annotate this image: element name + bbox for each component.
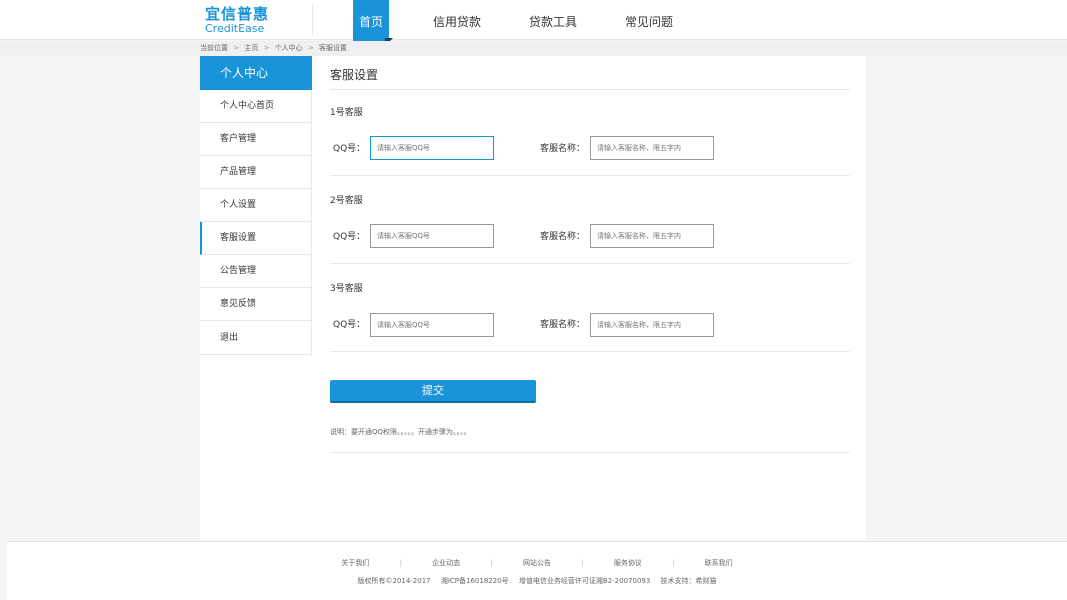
service-3-heading: 3号客服 — [330, 284, 363, 294]
nav-faq[interactable]: 常见问题 — [622, 0, 676, 40]
breadcrumb-bar: 当前位置 > 主页 > 个人中心 > 客服设置 — [0, 41, 1067, 56]
service-3-name-label: 客服名称： — [540, 320, 586, 330]
sidebar: 个人中心 个人中心首页 客户管理 产品管理 个人设置 客服设置 公告管理 意见反… — [200, 56, 312, 357]
footer-link-about[interactable]: 关于我们 — [341, 558, 369, 568]
icp-number: 湘ICP备16018220号 — [440, 577, 509, 585]
tech-support: 技术支持：希财猫 — [660, 577, 717, 585]
service-2-name-label: 客服名称： — [540, 232, 586, 242]
license-number: 增值电信业务经营许可证湘B2-20070093 — [518, 577, 651, 585]
submit-button[interactable]: 提交 — [330, 380, 536, 403]
instruction-note: 说明：要开通QQ权限。。。。。开通步骤为。。。。 — [330, 428, 471, 436]
sidebar-item-products[interactable]: 产品管理 — [200, 156, 312, 189]
sidebar-item-customers[interactable]: 客户管理 — [200, 123, 312, 156]
service-3-qq-label: QQ号： — [333, 320, 366, 330]
service-1-qq-input[interactable] — [370, 136, 494, 160]
footer-links: 关于我们 | 企业动态 | 网站公告 | 服务协议 | 联系我们 — [7, 558, 1067, 568]
breadcrumb-location-label: 当前位置 — [200, 44, 228, 52]
footer: 关于我们 | 企业动态 | 网站公告 | 服务协议 | 联系我们 版权所有©20… — [7, 541, 1067, 600]
breadcrumb-home[interactable]: 主页 — [244, 44, 258, 52]
breadcrumb-current: 客服设置 — [319, 44, 348, 52]
breadcrumb-personal-center[interactable]: 个人中心 — [275, 44, 303, 52]
logo-english-text: CreditEase — [205, 22, 265, 35]
service-1-name-label: 客服名称： — [540, 144, 586, 154]
sidebar-item-personal-settings[interactable]: 个人设置 — [200, 189, 312, 222]
service-2-qq-label: QQ号： — [333, 232, 366, 242]
sidebar-item-announcements[interactable]: 公告管理 — [200, 255, 312, 288]
header-divider — [312, 5, 313, 35]
nav-loan-tools[interactable]: 贷款工具 — [526, 0, 580, 40]
breadcrumb-separator: > — [233, 44, 240, 52]
service-1-qq-label: QQ号： — [333, 144, 366, 154]
footer-link-announcements[interactable]: 网站公告 — [523, 558, 551, 568]
section-divider — [330, 263, 850, 264]
service-2-qq-input[interactable] — [370, 224, 494, 248]
service-1-heading: 1号客服 — [330, 108, 363, 118]
sidebar-item-service-settings[interactable]: 客服设置 — [200, 222, 312, 255]
breadcrumb: 当前位置 > 主页 > 个人中心 > 客服设置 — [200, 41, 350, 56]
footer-link-terms[interactable]: 服务协议 — [614, 558, 642, 568]
footer-separator: | — [672, 559, 675, 567]
sidebar-item-personal-home[interactable]: 个人中心首页 — [200, 90, 312, 123]
service-3-name-input[interactable] — [590, 313, 714, 337]
logo-chinese-text: 宜信普惠 — [205, 5, 270, 23]
footer-separator: | — [399, 559, 402, 567]
breadcrumb-separator: > — [307, 44, 314, 52]
service-3-qq-input[interactable] — [370, 313, 494, 337]
top-header: 宜信普惠 CreditEase 首页 信用贷款 贷款工具 常见问题 — [0, 0, 1067, 46]
sidebar-title: 个人中心 — [200, 56, 312, 90]
note-divider — [330, 452, 850, 453]
footer-separator: | — [581, 559, 584, 567]
page-title: 客服设置 — [330, 68, 379, 82]
sidebar-item-logout[interactable]: 退出 — [200, 322, 312, 355]
footer-link-news[interactable]: 企业动态 — [432, 558, 460, 568]
section-divider — [330, 175, 850, 176]
service-2-heading: 2号客服 — [330, 196, 363, 206]
sidebar-item-feedback[interactable]: 意见反馈 — [200, 288, 312, 321]
copyright-text: 版权所有©2014-2017 — [357, 577, 431, 585]
footer-copyright: 版权所有©2014-2017 湘ICP备16018220号 增值电信业务经营许可… — [7, 576, 1067, 586]
brand-logo[interactable]: 宜信普惠 CreditEase — [205, 6, 275, 36]
service-2-name-input[interactable] — [590, 224, 714, 248]
footer-link-contact[interactable]: 联系我们 — [705, 558, 733, 568]
nav-home[interactable]: 首页 — [353, 0, 389, 46]
service-1-name-input[interactable] — [590, 136, 714, 160]
title-divider — [330, 89, 850, 90]
section-divider — [330, 351, 850, 352]
nav-credit-loan[interactable]: 信用贷款 — [430, 0, 484, 40]
breadcrumb-separator: > — [263, 44, 270, 52]
footer-separator: | — [490, 559, 493, 567]
